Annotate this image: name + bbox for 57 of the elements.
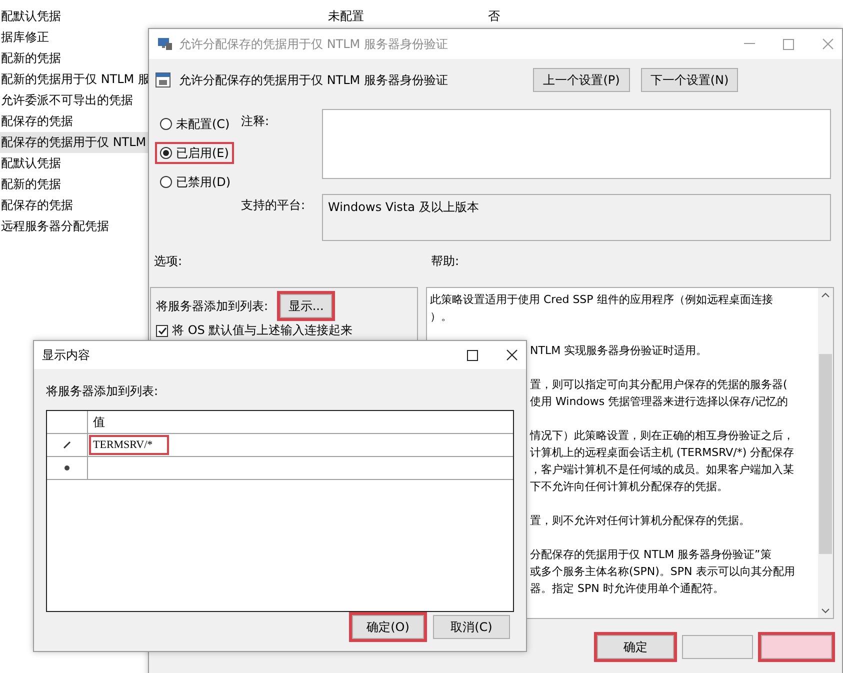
value-cell[interactable]: TERMSRV/* (89, 435, 169, 455)
blank-button[interactable] (682, 635, 753, 659)
radio-option[interactable]: 未配置(C) (155, 113, 235, 135)
minimize-icon[interactable] (744, 43, 755, 45)
nav-button[interactable]: 上一个设置(P) (533, 68, 630, 92)
platform-field: Windows Vista 及以上版本 (322, 194, 831, 241)
platform-label: 支持的平台: (241, 197, 306, 214)
policy-heading: 允许分配保存的凭据用于仅 NTLM 服务器身份验证 (179, 72, 449, 88)
comment-label: 注释: (241, 113, 270, 130)
cancel-button[interactable]: 取消(C) (433, 615, 510, 639)
nav-button[interactable]: 下一个设置(N) (641, 68, 738, 92)
options-label: 选项: (154, 253, 184, 270)
help-label: 帮助: (431, 253, 460, 270)
server-list-label: 将服务器添加到列表: (46, 383, 160, 400)
help-text: 情况下）此策略设置，则在正确的相互身份验证之后， (530, 428, 794, 444)
window-title: 允许分配保存的凭据用于仅 NTLM 服务器身份验证 (179, 36, 449, 52)
policy-name: 远程服务器分配凭据 (0, 218, 109, 235)
policy-icon (155, 72, 171, 88)
help-text: 置，则不允许对任何计算机分配保存的凭据。 (530, 513, 750, 529)
help-text: ）。 (430, 309, 452, 325)
radio-option[interactable]: 已启用(E) (155, 142, 234, 164)
comment-field[interactable] (322, 109, 831, 179)
help-text: 分配保存的凭据用于仅 NTLM 服务器身份验证”策 (530, 547, 772, 563)
checkbox[interactable]: 将 OS 默认值与上述输入连接起来 (156, 322, 412, 339)
computer-icon (157, 37, 173, 51)
blank-button[interactable] (761, 635, 832, 659)
close-icon[interactable] (506, 349, 518, 361)
scroll-down-icon[interactable] (821, 608, 830, 614)
help-text: 器。指定 SPN 时允许使用单个通配符。 (530, 581, 724, 597)
window-title: 显示内容 (42, 346, 91, 364)
policy-name: 允许委派不可导出的凭据 (0, 92, 133, 109)
scroll-up-icon[interactable] (821, 292, 830, 298)
pencil-icon (62, 440, 72, 450)
help-text: ，客户端计算机不是任何域的成员。如果客户端加入某 (530, 462, 794, 478)
column-value: 否 (487, 8, 500, 25)
column-header: 值 (92, 414, 105, 430)
new-row-icon (64, 465, 70, 471)
check-icon (158, 326, 166, 334)
radio-option[interactable]: 已禁用(D) (155, 171, 236, 193)
policy-name: 配默认凭据 (0, 8, 61, 25)
help-text: 此策略设置适用于使用 Cred SSP 组件的应用程序（例如远程桌面连接 (430, 292, 773, 308)
maximize-icon[interactable] (467, 350, 478, 360)
help-text: 使用 Windows 凭据管理器来进行选择以保存/记忆的 (530, 394, 788, 410)
policy-state: 未配置 (327, 8, 364, 25)
ok-button[interactable]: 确定 (597, 635, 674, 659)
show-button[interactable]: 显示... (280, 294, 332, 318)
help-text: 下不允许向任何计算机分配保存的凭据。 (530, 479, 728, 495)
ok-button[interactable]: 确定(O) (352, 615, 424, 639)
scrollbar[interactable] (818, 288, 833, 618)
help-text: NTLM 实现服务器身份验证时适用。 (530, 343, 708, 359)
help-text: 计算机上的远程桌面会话主机 (TERMSRV/*) 分配保存 (530, 445, 794, 461)
help-text: 置，则可以指定可向其分配用户保存的凭据的服务器( (530, 377, 788, 393)
policy-name: 配新的凭据 (0, 50, 61, 67)
help-text: 或多个服务主体名称(SPN)。SPN 表示可以向其分配用 (530, 564, 795, 580)
server-list-label: 将服务器添加到列表: (156, 298, 268, 314)
policy-name: 配保存的凭据用于仅 NTLM (0, 134, 146, 151)
policy-row[interactable]: 配默认凭据 未配置 否 (0, 6, 843, 27)
